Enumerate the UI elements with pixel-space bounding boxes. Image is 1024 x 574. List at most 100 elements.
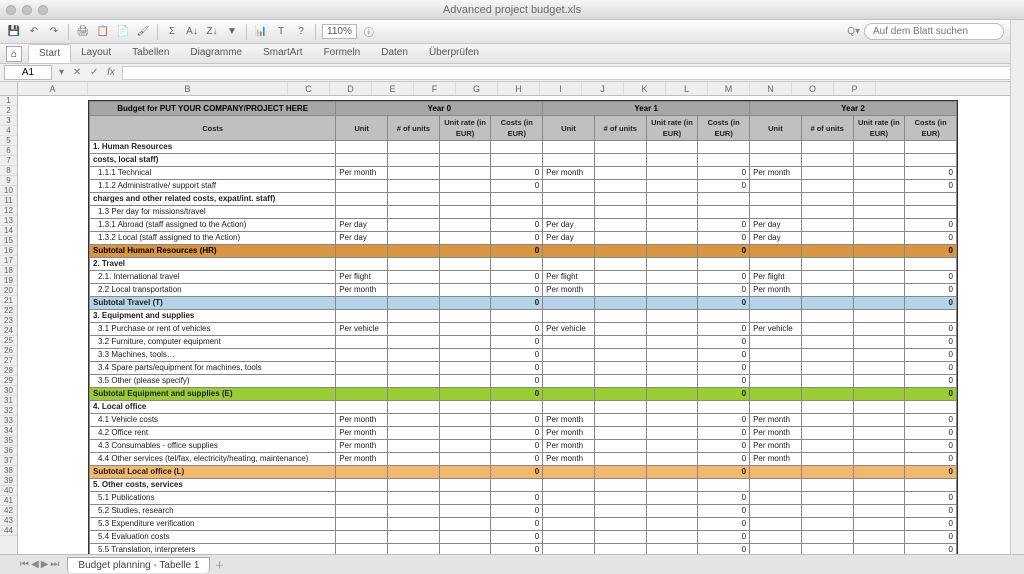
- cell[interactable]: [750, 349, 802, 362]
- cell[interactable]: [853, 531, 905, 544]
- cell[interactable]: [388, 440, 440, 453]
- cell[interactable]: [646, 531, 698, 544]
- cell[interactable]: Subtotal Equipment and supplies (E): [90, 388, 336, 401]
- cell[interactable]: [336, 193, 388, 206]
- cell[interactable]: Per month: [750, 284, 802, 297]
- cell[interactable]: [543, 206, 595, 219]
- cell[interactable]: [853, 284, 905, 297]
- cell[interactable]: 4.4 Other services (tel/fax, electricity…: [90, 453, 336, 466]
- cell[interactable]: [491, 141, 543, 154]
- cell[interactable]: [388, 154, 440, 167]
- save-icon[interactable]: 💾: [6, 24, 22, 40]
- cell[interactable]: [801, 453, 853, 466]
- close-window-icon[interactable]: [6, 5, 16, 15]
- ribbon-tab-tabellen[interactable]: Tabellen: [122, 44, 180, 63]
- cell[interactable]: [439, 505, 491, 518]
- cell[interactable]: 0: [491, 466, 543, 479]
- cell[interactable]: [750, 336, 802, 349]
- cell[interactable]: 0: [698, 518, 750, 531]
- cell[interactable]: [439, 466, 491, 479]
- cell[interactable]: [594, 427, 646, 440]
- cell[interactable]: [801, 414, 853, 427]
- row-header-18[interactable]: 18: [0, 266, 17, 276]
- cell[interactable]: [853, 427, 905, 440]
- cell[interactable]: [853, 297, 905, 310]
- cell[interactable]: [646, 414, 698, 427]
- cell[interactable]: [543, 180, 595, 193]
- cell[interactable]: [336, 154, 388, 167]
- cell[interactable]: Per month: [336, 167, 388, 180]
- cell[interactable]: [853, 219, 905, 232]
- cell[interactable]: [336, 466, 388, 479]
- cell[interactable]: [388, 479, 440, 492]
- col-header-F[interactable]: F: [414, 82, 456, 95]
- cell[interactable]: [594, 245, 646, 258]
- cell[interactable]: [750, 193, 802, 206]
- cell[interactable]: [543, 258, 595, 271]
- cell[interactable]: [801, 544, 853, 555]
- redo-icon[interactable]: ↷: [46, 24, 62, 40]
- cell[interactable]: [543, 193, 595, 206]
- cell[interactable]: 2.2 Local transportation: [90, 284, 336, 297]
- cell[interactable]: Per month: [543, 414, 595, 427]
- row-header-15[interactable]: 15: [0, 236, 17, 246]
- cell[interactable]: [646, 427, 698, 440]
- cell[interactable]: 5.5 Translation, interpreters: [90, 544, 336, 555]
- cell[interactable]: Per month: [336, 284, 388, 297]
- cell[interactable]: [801, 180, 853, 193]
- row-header-19[interactable]: 19: [0, 276, 17, 286]
- cell[interactable]: charges and other related costs, expat/i…: [90, 193, 336, 206]
- cell[interactable]: [853, 245, 905, 258]
- cell[interactable]: [439, 180, 491, 193]
- cell[interactable]: 0: [491, 336, 543, 349]
- cell[interactable]: Per month: [543, 427, 595, 440]
- cell[interactable]: [388, 518, 440, 531]
- cell[interactable]: [698, 141, 750, 154]
- cell[interactable]: [646, 180, 698, 193]
- row-header-39[interactable]: 39: [0, 476, 17, 486]
- column-headers[interactable]: ABCDEFGHIJKLMNOP: [18, 82, 1024, 96]
- cell[interactable]: [388, 271, 440, 284]
- cell[interactable]: 3.5 Other (please specify): [90, 375, 336, 388]
- cell[interactable]: [646, 141, 698, 154]
- cell[interactable]: [801, 297, 853, 310]
- sheet-tab-active[interactable]: Budget planning - Tabelle 1: [67, 557, 210, 573]
- cell[interactable]: [853, 206, 905, 219]
- cell[interactable]: 0: [698, 505, 750, 518]
- cell[interactable]: 5.4 Evaluation costs: [90, 531, 336, 544]
- row-header-6[interactable]: 6: [0, 146, 17, 156]
- textbox-icon[interactable]: T: [273, 24, 289, 40]
- cell[interactable]: [388, 258, 440, 271]
- row-header-40[interactable]: 40: [0, 486, 17, 496]
- cell[interactable]: [801, 271, 853, 284]
- cell[interactable]: [801, 375, 853, 388]
- cell[interactable]: 0: [491, 414, 543, 427]
- cell[interactable]: [905, 401, 957, 414]
- cell[interactable]: [439, 323, 491, 336]
- cell[interactable]: [388, 180, 440, 193]
- cell[interactable]: 0: [905, 232, 957, 245]
- cell[interactable]: [336, 401, 388, 414]
- cell[interactable]: [646, 232, 698, 245]
- cell[interactable]: 1. Human Resources: [90, 141, 336, 154]
- cell[interactable]: [388, 310, 440, 323]
- col-header-D[interactable]: D: [330, 82, 372, 95]
- col-header-L[interactable]: L: [666, 82, 708, 95]
- cell[interactable]: 1.1.2 Administrative/ support staff: [90, 180, 336, 193]
- cell[interactable]: [336, 206, 388, 219]
- cell[interactable]: [594, 518, 646, 531]
- cell[interactable]: 0: [491, 375, 543, 388]
- row-header-10[interactable]: 10: [0, 186, 17, 196]
- cell[interactable]: [853, 232, 905, 245]
- cell[interactable]: Per day: [543, 232, 595, 245]
- cell[interactable]: Per day: [750, 232, 802, 245]
- row-header-8[interactable]: 8: [0, 166, 17, 176]
- cell[interactable]: [905, 479, 957, 492]
- cell[interactable]: [750, 154, 802, 167]
- cell[interactable]: [388, 427, 440, 440]
- cell[interactable]: [905, 206, 957, 219]
- cell[interactable]: [646, 167, 698, 180]
- cell[interactable]: [439, 518, 491, 531]
- cell[interactable]: 0: [905, 362, 957, 375]
- row-header-36[interactable]: 36: [0, 446, 17, 456]
